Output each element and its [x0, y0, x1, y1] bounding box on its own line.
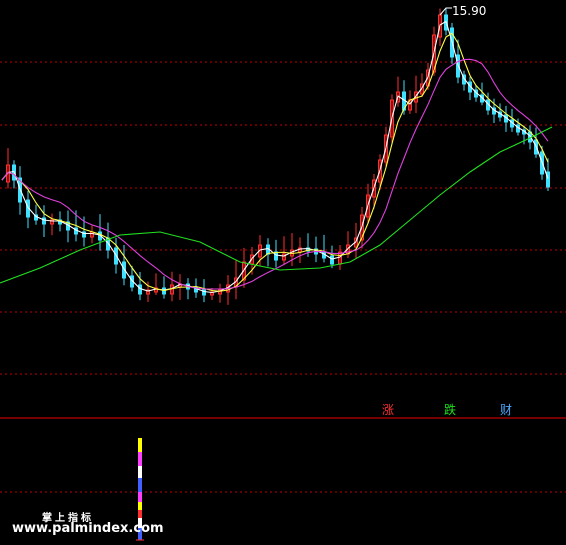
peak-price-label: 15.90 — [452, 4, 487, 18]
signal-bar-segment — [138, 502, 142, 510]
legend-wealth-chip: 财 — [497, 402, 515, 418]
signal-bar-segment — [138, 452, 142, 466]
signal-bar-segment — [138, 478, 142, 492]
candle-body — [274, 251, 278, 261]
legend-rise-chip: 涨 — [379, 402, 397, 418]
legend-fall-chip: 跌 — [441, 402, 459, 418]
candle-body — [330, 255, 334, 265]
signal-bar-segment — [138, 492, 142, 502]
signal-bar-segment — [138, 438, 142, 452]
candle-body — [138, 284, 142, 295]
signal-bar-segment — [138, 466, 142, 478]
legend-fall-label: 跌 — [443, 403, 456, 417]
price-chart-canvas — [0, 7, 566, 541]
watermark-url: www.palmindex.com — [12, 521, 164, 536]
candle-body — [42, 217, 46, 225]
legend-rise-label: 涨 — [381, 403, 394, 417]
stock-chart-window: 15.90 涨 跌 财 掌上指标 www.palmindex.com — [0, 0, 566, 545]
legend-wealth-label: 财 — [499, 403, 512, 417]
signal-bar-segment — [138, 510, 142, 518]
ma-line-yellow — [1, 32, 549, 292]
